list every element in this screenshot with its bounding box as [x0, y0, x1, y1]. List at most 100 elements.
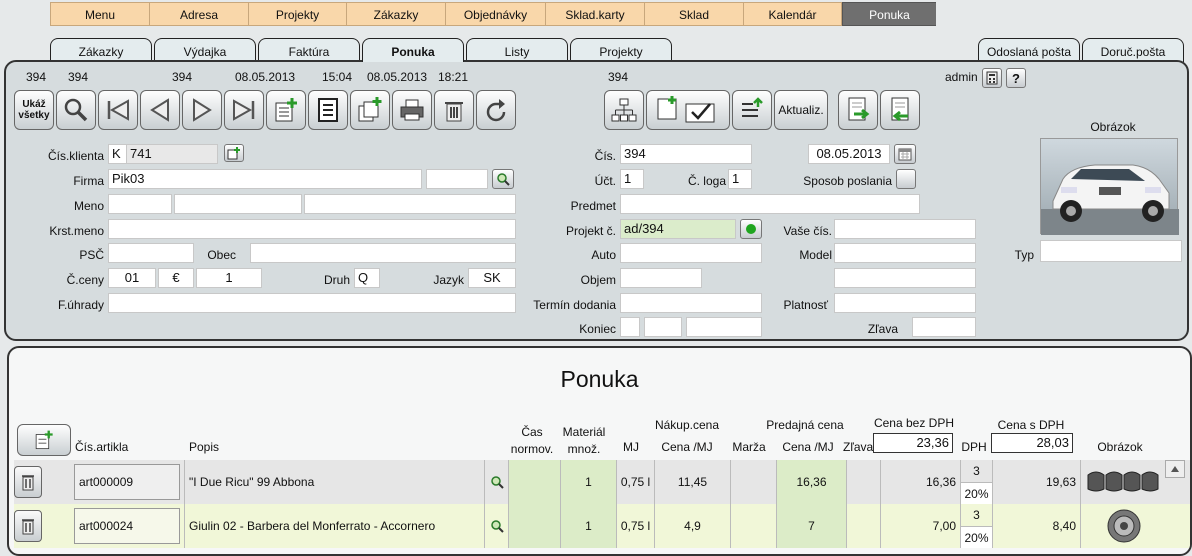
model-field[interactable] — [834, 243, 976, 263]
approve-button[interactable] — [646, 90, 730, 130]
receive-document-icon[interactable] — [880, 90, 920, 130]
druh-field[interactable]: Q — [354, 268, 380, 288]
zlava-field[interactable] — [912, 317, 976, 337]
projekt-field[interactable]: ad/394 — [620, 219, 736, 239]
termin-field[interactable] — [620, 293, 762, 313]
hierarchy-icon[interactable] — [604, 90, 644, 130]
koniec-field-3[interactable] — [686, 317, 762, 337]
export-icon[interactable] — [732, 90, 772, 130]
koniec-field-2[interactable] — [644, 317, 682, 337]
show-all-button[interactable]: Ukáž všetky — [14, 90, 54, 130]
add-item-icon[interactable] — [17, 424, 71, 456]
tab-faktura[interactable]: Faktúra — [258, 38, 360, 62]
row-predajna-cena[interactable]: 16,36 — [776, 460, 846, 504]
nav-adresa[interactable]: Adresa — [149, 2, 248, 26]
model-extra-field[interactable] — [834, 268, 976, 288]
row-mj[interactable]: 0,75 l — [616, 504, 654, 548]
krst-meno-field[interactable] — [108, 219, 516, 239]
delete-row-icon[interactable] — [14, 510, 42, 542]
delete-row-icon[interactable] — [14, 466, 42, 498]
new-record-icon[interactable] — [266, 90, 306, 130]
meno-field[interactable] — [174, 194, 302, 214]
nav-menu[interactable]: Menu — [50, 2, 149, 26]
nav-kalendar[interactable]: Kalendár — [743, 2, 842, 26]
firma-field[interactable]: Pik03 — [108, 169, 422, 189]
forward-document-icon[interactable] — [838, 90, 878, 130]
tab-vydajka[interactable]: Výdajka — [154, 38, 256, 62]
undo-icon[interactable] — [476, 90, 516, 130]
tab-listy[interactable]: Listy — [466, 38, 568, 62]
row-mnozstvo[interactable]: 1 — [560, 504, 616, 548]
tab-odoslana-posta[interactable]: Odoslaná pošta — [978, 38, 1080, 62]
tab-doruc-posta[interactable]: Doruč.pošta — [1082, 38, 1184, 62]
row-search-icon[interactable] — [484, 460, 508, 504]
update-button[interactable]: Aktualiz. — [774, 90, 828, 130]
last-record-icon[interactable] — [224, 90, 264, 130]
client-pick-icon[interactable] — [224, 144, 244, 162]
row-zlava[interactable] — [846, 504, 880, 548]
meno-extra-field[interactable] — [304, 194, 516, 214]
row-dph[interactable]: 3 20% — [960, 460, 993, 504]
search-icon[interactable] — [56, 90, 96, 130]
nav-projekty[interactable]: Projekty — [248, 2, 346, 26]
duplicate-record-icon[interactable] — [350, 90, 390, 130]
currency-field[interactable]: € — [158, 268, 194, 288]
row-cis-artikla[interactable]: art000024 — [74, 508, 180, 544]
rate-field[interactable]: 1 — [196, 268, 262, 288]
projekt-status-icon[interactable] — [740, 219, 762, 239]
calculator-icon[interactable] — [982, 68, 1002, 88]
row-predajna-cena[interactable]: 7 — [776, 504, 846, 548]
list-icon[interactable] — [308, 90, 348, 130]
auto-field[interactable] — [620, 243, 762, 263]
obec-field[interactable] — [250, 243, 516, 263]
row-marza[interactable] — [730, 460, 776, 504]
row-popis[interactable]: Giulin 02 - Barbera del Monferrato - Acc… — [184, 504, 484, 548]
firma-extra-field[interactable] — [426, 169, 488, 189]
row-cis-artikla[interactable]: art000009 — [74, 464, 180, 500]
row-mnozstvo[interactable]: 1 — [560, 460, 616, 504]
previous-record-icon[interactable] — [140, 90, 180, 130]
tab-projekty[interactable]: Projekty — [570, 38, 672, 62]
cceny-field[interactable]: 01 — [108, 268, 156, 288]
typ-field[interactable] — [1040, 240, 1182, 262]
cis-klienta-prefix[interactable]: K — [108, 144, 128, 164]
cloga-field[interactable]: 1 — [728, 169, 752, 189]
fuhrady-field[interactable] — [108, 293, 516, 313]
row-cas[interactable] — [508, 460, 560, 504]
date-field[interactable]: 08.05.2013 — [808, 144, 890, 164]
tab-zakazky[interactable]: Zákazky — [50, 38, 152, 62]
nav-sklad[interactable]: Sklad — [644, 2, 743, 26]
psc-field[interactable] — [108, 243, 194, 263]
row-marza[interactable] — [730, 504, 776, 548]
predmet-field[interactable] — [620, 194, 920, 214]
row-search-icon[interactable] — [484, 504, 508, 548]
first-record-icon[interactable] — [98, 90, 138, 130]
row-dph[interactable]: 3 20% — [960, 504, 993, 548]
row-cas[interactable] — [508, 504, 560, 548]
next-record-icon[interactable] — [182, 90, 222, 130]
calendar-icon[interactable] — [894, 144, 916, 164]
delete-icon[interactable] — [434, 90, 474, 130]
meno-title-field[interactable] — [108, 194, 172, 214]
nav-zakazky[interactable]: Zákazky — [346, 2, 445, 26]
scroll-up-icon[interactable] — [1165, 460, 1185, 478]
help-icon[interactable]: ? — [1006, 68, 1026, 88]
vase-cis-field[interactable] — [834, 219, 976, 239]
print-icon[interactable] — [392, 90, 432, 130]
row-zlava[interactable] — [846, 460, 880, 504]
cis-field[interactable]: 394 — [620, 144, 752, 164]
row-popis[interactable]: "I Due Ricu" 99 Abbona — [184, 460, 484, 504]
row-nakup-cena[interactable]: 11,45 — [654, 460, 730, 504]
tab-ponuka[interactable]: Ponuka — [362, 38, 464, 62]
jazyk-field[interactable]: SK — [468, 268, 516, 288]
firma-search-icon[interactable] — [492, 169, 514, 189]
nav-ponuka[interactable]: Ponuka — [842, 2, 936, 26]
uct-field[interactable]: 1 — [620, 169, 644, 189]
row-mj[interactable]: 0,75 l — [616, 460, 654, 504]
row-nakup-cena[interactable]: 4,9 — [654, 504, 730, 548]
nav-objednavky[interactable]: Objednávky — [445, 2, 545, 26]
objem-field[interactable] — [620, 268, 702, 288]
sposob-poslania-checkbox[interactable] — [896, 169, 916, 189]
koniec-field-1[interactable] — [620, 317, 640, 337]
nav-sklad-karty[interactable]: Sklad.karty — [545, 2, 644, 26]
